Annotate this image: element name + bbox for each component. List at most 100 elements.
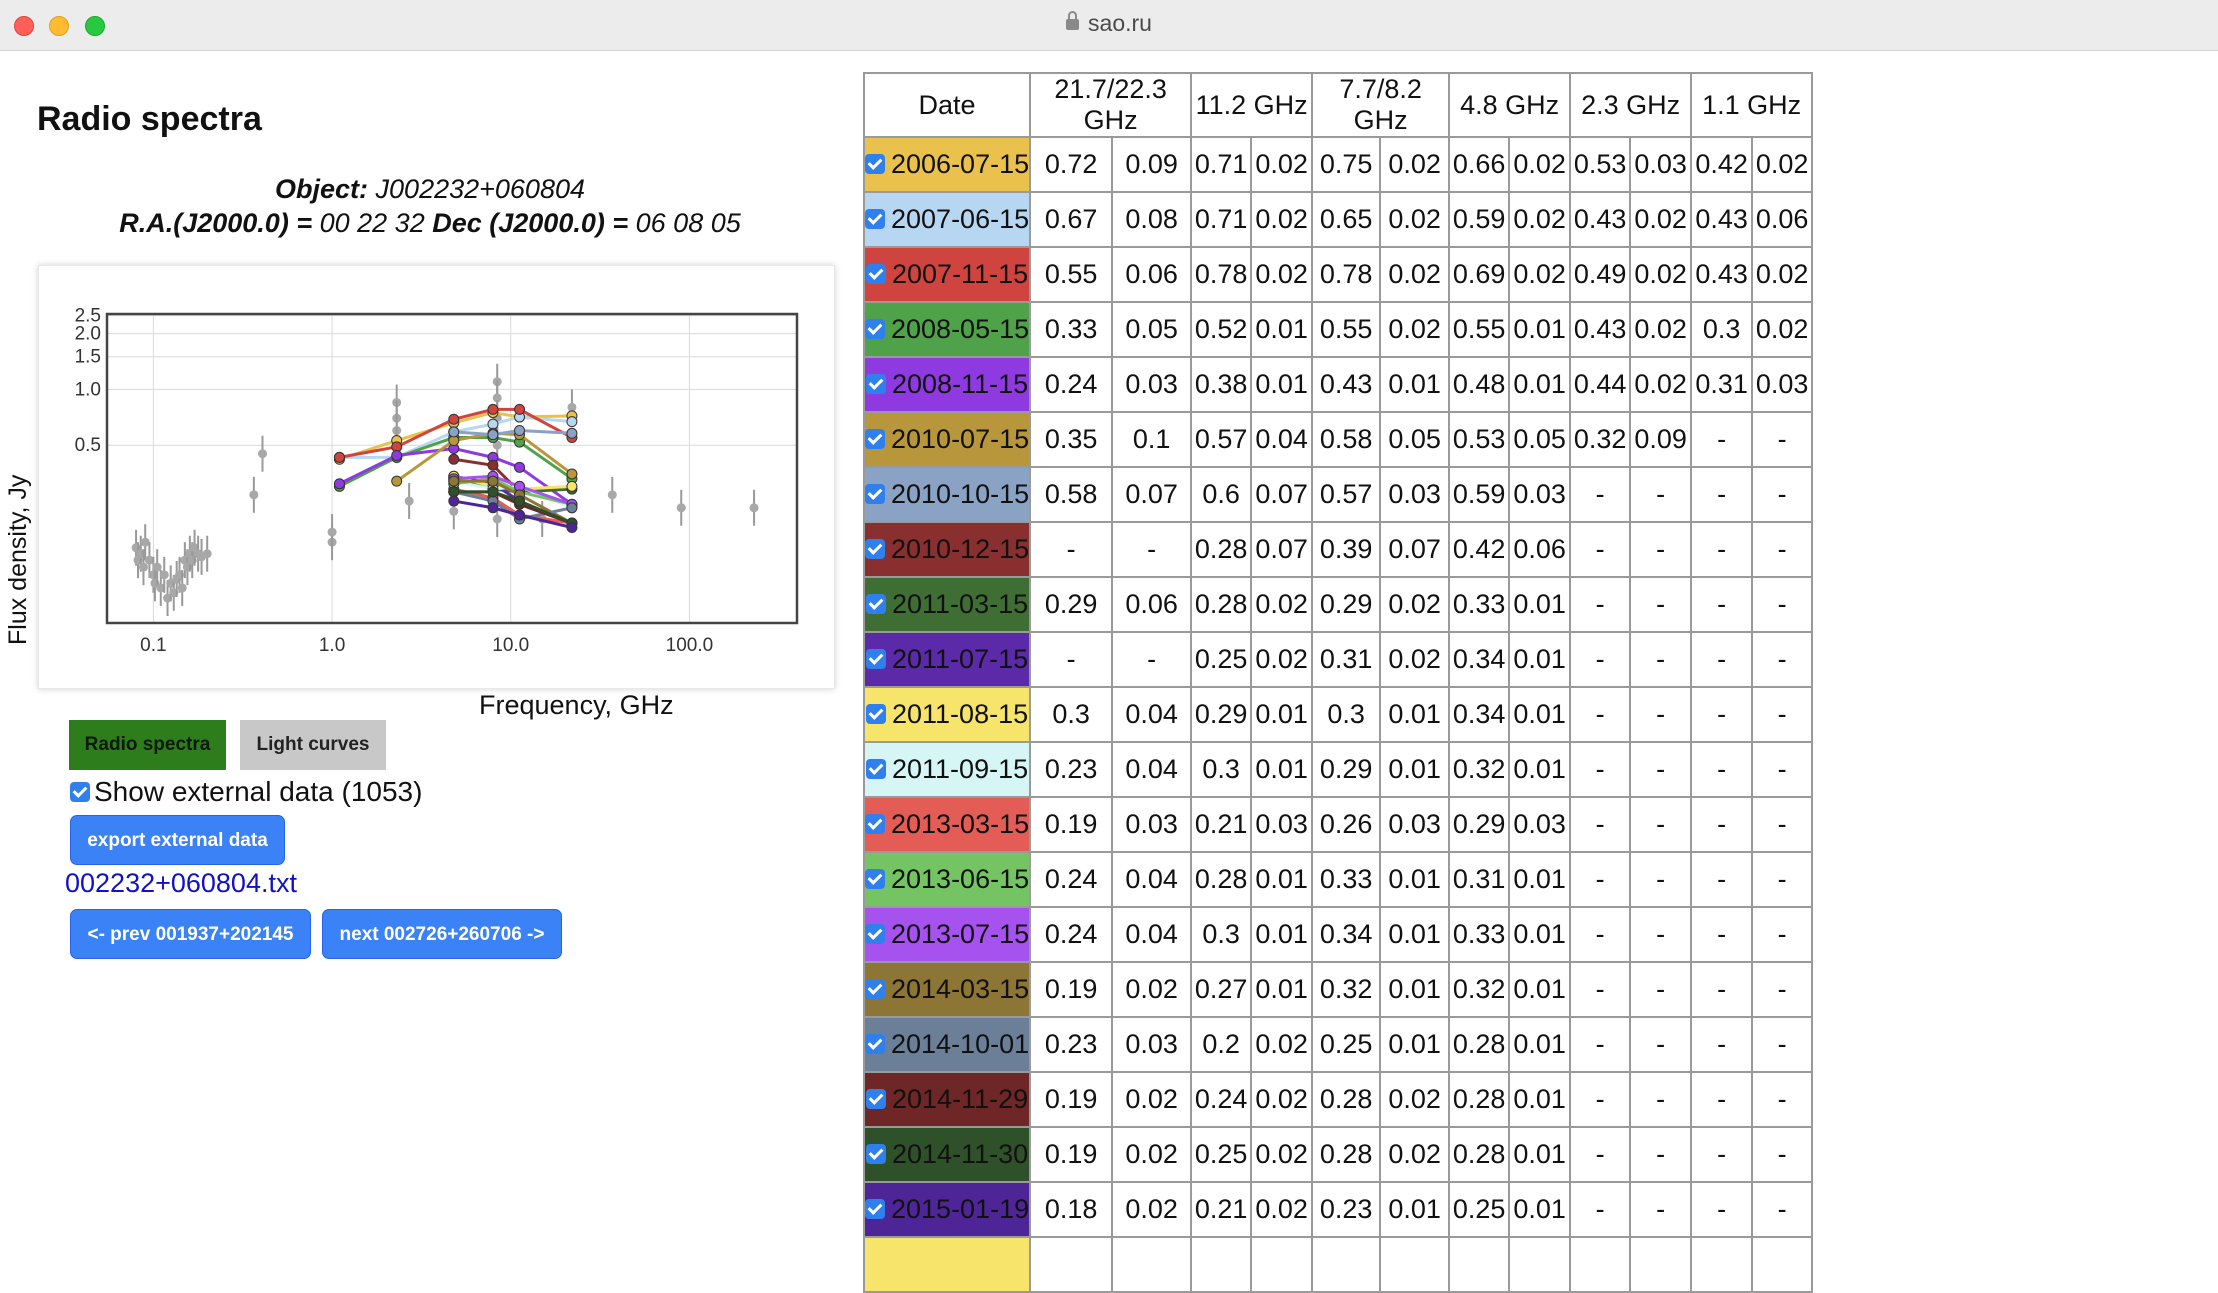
table-row: 2007-06-15 0.67 0.08 0.71 0.02 0.65 0.02 0.59 0.… — [862, 191, 1814, 248]
flux-cell: 0.53 — [1569, 136, 1632, 193]
row-toggle-checkbox[interactable] — [865, 1033, 885, 1054]
external-point — [140, 537, 150, 547]
flux-cell: 0.28 — [1190, 576, 1253, 633]
error-cell: 0.02 — [1111, 961, 1193, 1018]
flux-cell: - — [1690, 1181, 1754, 1238]
date-cell: 2007-11-15 — [862, 246, 1032, 303]
row-toggle-checkbox[interactable] — [865, 868, 885, 889]
row-toggle-checkbox[interactable] — [865, 923, 885, 944]
date-cell: 2014-11-29 — [862, 1071, 1032, 1128]
flux-cell — [1190, 1236, 1253, 1293]
error-cell: 0.02 — [1379, 1071, 1451, 1128]
row-toggle-checkbox[interactable] — [865, 318, 885, 339]
chart-y-axis-label: Flux density, Jy — [4, 474, 32, 645]
flux-cell — [1569, 1236, 1632, 1293]
error-cell — [1508, 1236, 1572, 1293]
error-cell: 0.01 — [1508, 961, 1572, 1018]
export-external-data-button[interactable]: export external data — [70, 815, 285, 865]
prev-object-button[interactable]: <- prev 001937+202145 — [70, 909, 311, 959]
date-cell: 2015-01-19 — [862, 1181, 1032, 1238]
row-toggle-checkbox[interactable] — [866, 1088, 886, 1109]
light-curves-tab[interactable]: Light curves — [240, 720, 386, 770]
flux-cell: 0.3 — [1311, 686, 1382, 743]
flux-cell: - — [1690, 466, 1754, 523]
row-toggle-checkbox[interactable] — [865, 428, 885, 449]
row-toggle-checkbox[interactable] — [866, 1143, 886, 1164]
data-file-link[interactable]: 002232+060804.txt — [65, 868, 297, 899]
date-cell: 2010-07-15 — [862, 411, 1032, 468]
flux-cell: 0.25 — [1311, 1016, 1382, 1073]
flux-cell: 0.67 — [1029, 191, 1114, 248]
flux-cell: 0.25 — [1190, 631, 1253, 688]
row-toggle-checkbox[interactable] — [865, 538, 885, 559]
flux-cell: 0.57 — [1311, 466, 1382, 523]
row-toggle-checkbox[interactable] — [866, 703, 886, 724]
error-cell: 0.03 — [1751, 356, 1814, 413]
error-cell: 0.01 — [1379, 906, 1451, 963]
row-toggle-checkbox[interactable] — [866, 373, 886, 394]
flux-cell: 0.39 — [1311, 521, 1382, 578]
spectra-table-wrapper: Date 21.7/22.3 GHz 11.2 GHz 7.7/8.2 GHz 4.8 … — [862, 72, 1814, 1293]
row-toggle-checkbox[interactable] — [865, 978, 885, 999]
show-external-checkbox[interactable] — [70, 781, 90, 802]
series-point — [448, 475, 460, 487]
error-cell: 0.07 — [1250, 466, 1314, 523]
flux-cell: 0.34 — [1448, 631, 1511, 688]
error-cell: 0.1 — [1111, 411, 1193, 468]
row-toggle-checkbox[interactable] — [865, 153, 885, 174]
row-toggle-checkbox[interactable] — [865, 483, 885, 504]
error-cell: 0.02 — [1250, 246, 1314, 303]
row-toggle-checkbox[interactable] — [866, 593, 886, 614]
date-cell: 2010-12-15 — [862, 521, 1032, 578]
external-point — [492, 514, 502, 524]
error-cell: 0.01 — [1508, 301, 1572, 358]
flux-cell: 0.29 — [1448, 796, 1511, 853]
table-header-row: Date 21.7/22.3 GHz 11.2 GHz 7.7/8.2 GHz 4.8 … — [862, 72, 1814, 138]
date-label: 2015-01-19 — [891, 1194, 1030, 1224]
table-row: 2010-10-15 0.58 0.07 0.6 0.07 0.57 0.03 0.59 0.0… — [862, 466, 1814, 523]
flux-cell: 0.28 — [1448, 1126, 1511, 1183]
error-cell: - — [1751, 906, 1814, 963]
address-bar[interactable]: sao.ru — [0, 10, 2218, 37]
show-external-row: Show external data (1053) — [70, 774, 422, 810]
error-cell: 0.02 — [1379, 191, 1451, 248]
date-cell: 2014-03-15 — [862, 961, 1032, 1018]
error-cell: 0.05 — [1508, 411, 1572, 468]
error-cell: 0.02 — [1508, 191, 1572, 248]
row-toggle-checkbox[interactable] — [865, 208, 885, 229]
series-point — [487, 486, 499, 498]
spectra-table: Date 21.7/22.3 GHz 11.2 GHz 7.7/8.2 GHz 4.8 … — [862, 72, 1814, 1293]
url-text: sao.ru — [1088, 10, 1152, 36]
error-cell: - — [1629, 741, 1693, 798]
lock-icon — [1066, 11, 1080, 30]
flux-cell: - — [1690, 1126, 1754, 1183]
error-cell — [1629, 1236, 1693, 1293]
date-label: 2010-10-15 — [891, 479, 1030, 509]
flux-cell: - — [1690, 411, 1754, 468]
date-label: 2007-11-15 — [892, 259, 1029, 289]
object-info: Object: J002232+060804 R.A.(J2000.0) = 0… — [0, 172, 860, 240]
row-toggle-checkbox[interactable] — [865, 1198, 885, 1219]
flux-cell: 0.33 — [1029, 301, 1114, 358]
flux-cell: - — [1569, 631, 1632, 688]
series-point — [566, 480, 578, 492]
flux-cell: - — [1569, 1016, 1632, 1073]
error-cell: 0.04 — [1250, 411, 1314, 468]
series-point — [487, 403, 499, 415]
row-toggle-checkbox[interactable] — [866, 758, 886, 779]
flux-cell: - — [1569, 741, 1632, 798]
error-cell: - — [1629, 631, 1693, 688]
table-row: 2006-07-15 0.72 0.09 0.71 0.02 0.75 0.02 0.66 0.… — [862, 136, 1814, 193]
error-cell: 0.02 — [1111, 1071, 1193, 1128]
error-cell: - — [1111, 631, 1193, 688]
flux-cell: 0.33 — [1448, 576, 1511, 633]
error-cell — [1111, 1236, 1193, 1293]
radio-spectra-tab[interactable]: Radio spectra — [69, 720, 226, 770]
flux-cell: 0.3 — [1029, 686, 1114, 743]
external-point — [449, 506, 459, 516]
next-object-button[interactable]: next 002726+260706 -> — [322, 909, 562, 959]
row-toggle-checkbox[interactable] — [866, 648, 886, 669]
row-toggle-checkbox[interactable] — [866, 263, 886, 284]
error-cell: 0.01 — [1250, 851, 1314, 908]
row-toggle-checkbox[interactable] — [865, 813, 885, 834]
